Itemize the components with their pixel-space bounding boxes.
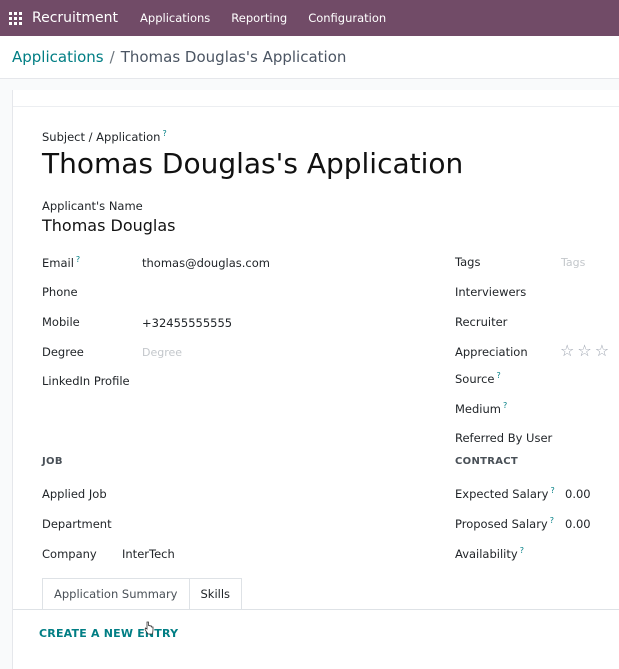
proposed-salary-field[interactable]: 0.00	[565, 517, 591, 531]
subject-label: Subject / Application?	[42, 129, 167, 144]
mouse-cursor-icon	[144, 621, 154, 635]
company-field[interactable]: InterTech	[122, 547, 175, 561]
breadcrumb-applications-link[interactable]: Applications	[12, 48, 104, 66]
breadcrumb-current: Thomas Douglas's Application	[120, 48, 347, 66]
help-icon[interactable]: ?	[497, 371, 501, 380]
phone-label: Phone	[42, 285, 78, 299]
help-icon[interactable]: ?	[550, 516, 554, 525]
degree-label: Degree	[42, 345, 84, 359]
help-icon[interactable]: ?	[520, 546, 524, 555]
company-label: Company	[42, 547, 97, 561]
applicant-name-label: Applicant's Name	[42, 199, 143, 213]
mobile-field[interactable]: +32455555555	[142, 316, 232, 330]
notebook-tabs: Application Summary Skills	[42, 578, 243, 609]
form-sheet: Subject / Application? Thomas Douglas's …	[12, 90, 619, 669]
appreciation-label: Appreciation	[455, 345, 528, 359]
tags-label: Tags	[455, 255, 481, 269]
menu-configuration[interactable]: Configuration	[308, 11, 386, 25]
application-title[interactable]: Thomas Douglas's Application	[42, 147, 463, 180]
referred-by-label: Referred By User	[455, 431, 553, 445]
email-label: Email?	[42, 255, 81, 270]
applicant-name-field[interactable]: Thomas Douglas	[42, 216, 176, 235]
job-section-title: JOB	[42, 456, 63, 467]
app-name[interactable]: Recruitment	[32, 10, 118, 26]
star-icon[interactable]: ☆	[560, 343, 574, 359]
apps-menu-icon[interactable]	[9, 11, 22, 25]
help-icon[interactable]: ?	[503, 401, 507, 410]
degree-field[interactable]: Degree	[142, 346, 182, 359]
mobile-label: Mobile	[42, 315, 80, 329]
contract-section-title: CONTRACT	[455, 456, 519, 467]
linkedin-label: LinkedIn Profile	[42, 374, 130, 388]
interviewers-label: Interviewers	[455, 285, 527, 299]
recruiter-label: Recruiter	[455, 315, 508, 329]
top-navbar: Recruitment Applications Reporting Confi…	[0, 0, 619, 36]
medium-label: Medium?	[455, 401, 508, 416]
tags-field[interactable]: Tags	[561, 256, 585, 269]
star-icon[interactable]: ☆	[577, 343, 591, 359]
menu-reporting[interactable]: Reporting	[231, 11, 287, 25]
help-icon[interactable]: ?	[76, 255, 80, 264]
help-icon[interactable]: ?	[550, 486, 554, 495]
appreciation-stars: ☆ ☆ ☆	[560, 343, 609, 359]
email-field[interactable]: thomas@douglas.com	[142, 256, 270, 270]
tab-application-summary[interactable]: Application Summary	[42, 578, 189, 609]
tabs-divider	[13, 609, 619, 610]
breadcrumb-separator: /	[109, 48, 115, 66]
department-label: Department	[42, 517, 112, 531]
statusbar-area	[13, 90, 619, 107]
tab-skills[interactable]: Skills	[188, 578, 243, 609]
applied-job-label: Applied Job	[42, 487, 107, 501]
expected-salary-field[interactable]: 0.00	[565, 487, 591, 501]
help-icon[interactable]: ?	[162, 129, 166, 138]
create-new-entry-button[interactable]: CREATE A NEW ENTRY	[39, 627, 178, 640]
star-icon[interactable]: ☆	[595, 343, 609, 359]
source-label: Source?	[455, 371, 501, 386]
breadcrumb: Applications / Thomas Douglas's Applicat…	[0, 36, 619, 79]
expected-salary-label: Expected Salary?	[455, 486, 555, 501]
menu-applications[interactable]: Applications	[140, 11, 210, 25]
proposed-salary-label: Proposed Salary?	[455, 516, 554, 531]
availability-label: Availability?	[455, 546, 524, 561]
